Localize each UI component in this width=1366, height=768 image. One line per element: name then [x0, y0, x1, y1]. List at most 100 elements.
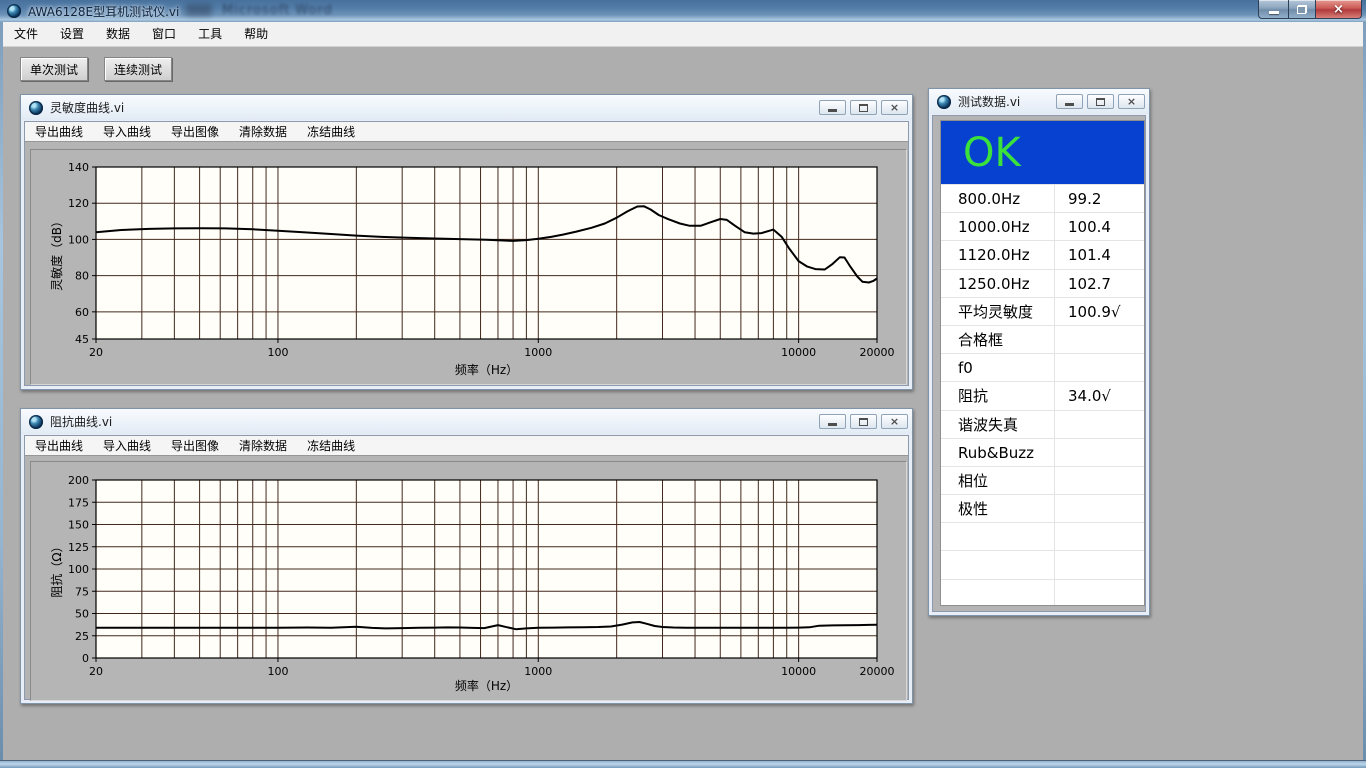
table-row: 平均灵敏度100.9√ [941, 297, 1144, 325]
menu-import-curve[interactable]: 导入曲线 [93, 122, 161, 142]
svg-text:1000: 1000 [524, 346, 552, 359]
maximize-icon [859, 104, 868, 112]
row-value: 101.4 [1055, 241, 1144, 268]
menu-settings[interactable]: 设置 [49, 22, 95, 47]
maximize-button[interactable] [850, 414, 877, 429]
impedance-window-content: 2010010001000020000025507510012515017520… [25, 457, 908, 699]
table-row: 1000.0Hz100.4 [941, 212, 1144, 240]
vi-icon [29, 101, 43, 115]
row-value [1055, 551, 1144, 578]
svg-text:100: 100 [68, 233, 89, 246]
svg-text:频率（Hz）: 频率（Hz） [455, 678, 518, 693]
maximize-button[interactable] [1087, 94, 1114, 109]
row-label: 1250.0Hz [941, 270, 1055, 297]
background-window-icon-ghost [186, 4, 212, 16]
menu-freeze-curve[interactable]: 冻结曲线 [297, 122, 365, 142]
test-data-window: 测试数据.vi × OK 800.0Hz99.2 1000.0Hz100.4 1… [928, 88, 1150, 616]
close-icon: × [890, 102, 899, 113]
svg-text:灵敏度（dB）: 灵敏度（dB） [49, 215, 64, 291]
table-row: 阻抗34.0√ [941, 381, 1144, 409]
svg-text:125: 125 [68, 541, 89, 554]
menu-window[interactable]: 窗口 [141, 22, 187, 47]
sensitivity-window-titlebar[interactable]: 灵敏度曲线.vi × [21, 95, 912, 120]
svg-text:50: 50 [75, 608, 89, 621]
table-row: 极性 [941, 494, 1144, 522]
menu-help[interactable]: 帮助 [233, 22, 279, 47]
svg-text:阻抗（Ω）: 阻抗（Ω） [49, 540, 64, 597]
impedance-chart: 2010010001000020000025507510012515017520… [31, 462, 906, 700]
row-label: 1000.0Hz [941, 213, 1055, 240]
impedance-window-title: 阻抗曲线.vi [50, 413, 112, 430]
menu-export-curve[interactable]: 导出曲线 [25, 122, 93, 142]
svg-text:175: 175 [68, 496, 89, 509]
sensitivity-window-content: 2010010001000020000456080100120140频率（Hz）… [25, 143, 908, 385]
row-value: 99.2 [1055, 185, 1144, 212]
menu-clear-data[interactable]: 清除数据 [229, 436, 297, 456]
svg-text:100: 100 [68, 563, 89, 576]
close-button[interactable]: × [1316, 0, 1362, 19]
table-row: 800.0Hz99.2 [941, 184, 1144, 212]
maximize-icon [1096, 98, 1105, 106]
svg-text:20: 20 [89, 346, 103, 359]
menu-export-curve[interactable]: 导出曲线 [25, 436, 93, 456]
table-row: 1120.0Hz101.4 [941, 240, 1144, 268]
svg-text:45: 45 [75, 333, 89, 346]
impedance-window-titlebar[interactable]: 阻抗曲线.vi × [21, 409, 912, 434]
row-label: f0 [941, 354, 1055, 381]
row-label [941, 523, 1055, 550]
svg-text:1000: 1000 [524, 665, 552, 678]
vi-icon [29, 415, 43, 429]
impedance-window-body: 导出曲线 导入曲线 导出图像 清除数据 冻结曲线 201001000100002… [24, 435, 909, 700]
row-value [1055, 411, 1144, 438]
minimize-button[interactable] [1258, 0, 1288, 19]
continuous-test-button[interactable]: 连续测试 [104, 57, 172, 81]
maximize-icon [859, 418, 868, 426]
vi-icon [937, 95, 951, 109]
close-button[interactable]: × [881, 414, 908, 429]
restore-button[interactable] [1288, 0, 1316, 19]
table-row: f0 [941, 353, 1144, 381]
single-test-button[interactable]: 单次测试 [20, 57, 88, 81]
table-row [941, 579, 1144, 606]
sensitivity-curve-window: 灵敏度曲线.vi × 导出曲线 导入曲线 导出图像 清除数据 冻结曲线 20 10… [20, 94, 913, 390]
close-icon: × [1333, 3, 1344, 16]
test-data-window-titlebar[interactable]: 测试数据.vi × [929, 89, 1149, 114]
maximize-button[interactable] [850, 100, 877, 115]
window-frame-left [0, 22, 3, 768]
minimize-button[interactable] [819, 100, 846, 115]
menu-file[interactable]: 文件 [3, 22, 49, 47]
minimize-button[interactable] [819, 414, 846, 429]
main-titlebar[interactable]: AWA6128E型耳机测试仪.vi Microsoft Word × [0, 0, 1366, 22]
menu-tools[interactable]: 工具 [187, 22, 233, 47]
minimize-button[interactable] [1056, 94, 1083, 109]
menu-export-image[interactable]: 导出图像 [161, 436, 229, 456]
svg-text:120: 120 [68, 197, 89, 210]
menu-export-image[interactable]: 导出图像 [161, 122, 229, 142]
window-controls: × [1258, 0, 1362, 19]
row-value: 102.7 [1055, 270, 1144, 297]
menu-data[interactable]: 数据 [95, 22, 141, 47]
close-button[interactable]: × [881, 100, 908, 115]
svg-text:0: 0 [82, 652, 89, 665]
minimize-icon [1065, 103, 1074, 106]
main-menubar: 文件 设置 数据 窗口 工具 帮助 [3, 22, 1363, 47]
table-row [941, 522, 1144, 550]
row-value: 100.9√ [1055, 298, 1144, 325]
sensitivity-chart-panel: 2010010001000020000456080100120140频率（Hz）… [30, 149, 907, 385]
close-button[interactable]: × [1118, 94, 1145, 109]
svg-text:140: 140 [68, 161, 89, 174]
svg-text:20: 20 [89, 665, 103, 678]
table-row [941, 550, 1144, 578]
status-cell: OK [941, 121, 1144, 184]
row-label: Rub&Buzz [941, 439, 1055, 466]
svg-text:150: 150 [68, 519, 89, 532]
menu-freeze-curve[interactable]: 冻结曲线 [297, 436, 365, 456]
screen: { "main_window": { "title": "AWA6128E型耳机… [0, 0, 1366, 768]
menu-import-curve[interactable]: 导入曲线 [93, 436, 161, 456]
window-frame-bottom [0, 760, 1366, 768]
sensitivity-window-body: 导出曲线 导入曲线 导出图像 清除数据 冻结曲线 201001000100002… [24, 121, 909, 386]
svg-text:100: 100 [267, 346, 288, 359]
menu-clear-data[interactable]: 清除数据 [229, 122, 297, 142]
svg-text:25: 25 [75, 630, 89, 643]
table-row: 1250.0Hz102.7 [941, 269, 1144, 297]
